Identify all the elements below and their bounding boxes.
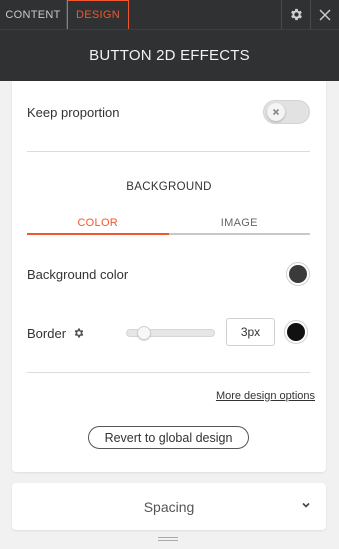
- top-tab-bar: CONTENT DESIGN: [0, 0, 339, 29]
- border-color-fill: [287, 323, 305, 341]
- keep-proportion-toggle[interactable]: [263, 100, 310, 124]
- spacing-section-toggle[interactable]: Spacing: [12, 483, 326, 530]
- spacing-label: Spacing: [143, 498, 195, 515]
- resize-grip[interactable]: [158, 537, 178, 545]
- subtab-color[interactable]: COLOR: [27, 213, 169, 235]
- border-width-slider[interactable]: [126, 326, 215, 340]
- tab-design[interactable]: DESIGN: [67, 0, 129, 29]
- panel-title: BUTTON 2D EFFECTS: [89, 47, 250, 64]
- background-color-swatch[interactable]: [286, 262, 310, 286]
- gear-icon[interactable]: [73, 327, 85, 339]
- close-button[interactable]: [310, 0, 339, 29]
- settings-button[interactable]: [281, 0, 310, 29]
- background-color-fill: [289, 265, 307, 283]
- background-subtabs: COLOR IMAGE: [27, 213, 310, 235]
- tab-bar-spacer: [129, 0, 281, 29]
- chevron-down-icon: [302, 502, 310, 508]
- design-settings-card: Keep proportion BACKGROUND COLOR IMAGE B…: [12, 81, 326, 472]
- keep-proportion-label: Keep proportion: [27, 104, 120, 120]
- divider: [27, 151, 310, 152]
- tab-content[interactable]: CONTENT: [0, 0, 67, 29]
- toggle-knob: [267, 103, 285, 121]
- background-section-title: BACKGROUND: [126, 181, 212, 193]
- border-color-swatch[interactable]: [284, 320, 308, 344]
- border-width-input[interactable]: 3px: [226, 318, 275, 346]
- background-color-row: Background color: [27, 262, 310, 286]
- background-color-label: Background color: [27, 266, 129, 282]
- slider-thumb[interactable]: [137, 326, 151, 340]
- more-design-options-link[interactable]: More design options: [216, 390, 315, 402]
- border-label: Border: [27, 325, 67, 341]
- panel-title-bar: BUTTON 2D EFFECTS: [0, 29, 339, 81]
- gear-icon: [290, 8, 302, 21]
- close-icon: [319, 9, 331, 20]
- divider: [27, 372, 310, 373]
- revert-to-global-design-button[interactable]: Revert to global design: [88, 426, 249, 449]
- subtab-image[interactable]: IMAGE: [168, 213, 310, 235]
- x-icon: [272, 108, 280, 116]
